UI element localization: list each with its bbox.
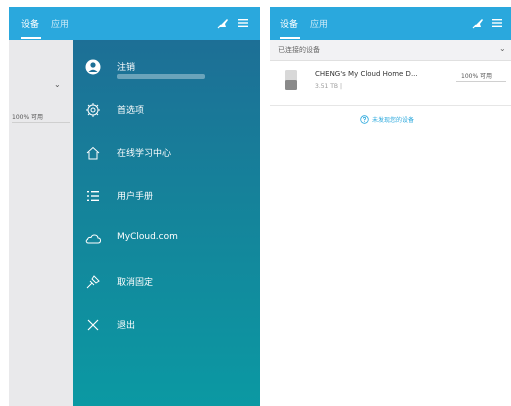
device-name: CHENG's My Cloud Home D... — [315, 70, 418, 78]
drawer-item-mycloud[interactable]: MyCloud.com — [73, 222, 260, 256]
connected-devices-header[interactable]: 已连接的设备 ⌄ — [270, 40, 511, 61]
cloud-icon — [85, 234, 101, 244]
drawer-item-label: 首选项 — [117, 106, 145, 116]
menu-icon[interactable] — [238, 18, 248, 28]
background-divider — [12, 122, 70, 123]
navigation-drawer: 注销 首选项 在线学习中心 用户手册 MyCloud.com 取消固定 退出 — [73, 40, 260, 406]
chevron-down-icon[interactable]: ⌄ — [499, 44, 506, 53]
close-icon — [87, 319, 99, 331]
drawer-item-logout[interactable]: 注销 — [73, 50, 260, 84]
drawer-item-label: 注销 — [117, 63, 136, 73]
device-not-found-link[interactable]: 未发现您的设备 — [360, 115, 414, 124]
app-header: 设备 应用 — [270, 7, 511, 40]
drawer-item-label: 在线学习中心 — [117, 149, 172, 159]
tab-apps[interactable]: 应用 — [51, 17, 69, 30]
device-row[interactable]: CHENG's My Cloud Home D... 3.51 TB | 100… — [270, 61, 511, 103]
device-available: 100% 可用 — [461, 73, 493, 80]
drawer-item-exit[interactable]: 退出 — [73, 308, 260, 342]
drawer-item-label: 取消固定 — [117, 278, 154, 288]
chevron-down-icon: ⌄ — [54, 80, 61, 89]
tab-devices[interactable]: 设备 — [21, 17, 39, 30]
drawer-item-label: 用户手册 — [117, 192, 154, 202]
home-icon — [86, 146, 100, 160]
unpin-icon — [86, 275, 100, 289]
menu-icon[interactable] — [492, 18, 502, 28]
not-found-label: 未发现您的设备 — [372, 117, 415, 124]
tab-apps[interactable]: 应用 — [310, 17, 328, 30]
drawer-item-user-manual[interactable]: 用户手册 — [73, 179, 260, 213]
active-tab-indicator — [21, 37, 41, 39]
app-header: 设备 应用 — [9, 7, 260, 40]
drawer-item-label: 退出 — [117, 321, 136, 331]
list-icon — [87, 191, 99, 201]
active-tab-indicator — [280, 37, 300, 39]
device-capacity: 3.51 TB | — [315, 83, 342, 90]
gear-icon — [86, 103, 100, 117]
nas-device-icon — [285, 70, 297, 90]
notification-icon[interactable] — [472, 17, 484, 29]
background-available-text: 100% 可用 — [12, 114, 44, 121]
tab-bar: 设备 应用 — [280, 17, 328, 30]
availability-bar — [456, 81, 506, 82]
drawer-item-learning-center[interactable]: 在线学习中心 — [73, 136, 260, 170]
tab-bar: 设备 应用 — [21, 17, 69, 30]
section-label: 已连接的设备 — [278, 46, 320, 54]
drawer-item-unpin[interactable]: 取消固定 — [73, 265, 260, 299]
right-screen: 设备 应用 已连接的设备 ⌄ CHENG's My Cloud Home D..… — [270, 7, 511, 406]
drawer-item-preferences[interactable]: 首选项 — [73, 93, 260, 127]
drawer-item-label: MyCloud.com — [117, 232, 178, 242]
notification-icon[interactable] — [217, 17, 229, 29]
user-icon — [85, 59, 101, 75]
tab-devices[interactable]: 设备 — [280, 17, 298, 30]
account-email-redacted — [117, 74, 205, 79]
help-icon — [360, 115, 369, 124]
divider — [270, 105, 511, 106]
background-device-list: ⌄ 100% 可用 — [9, 40, 73, 406]
left-screen: 设备 应用 ⌄ 100% 可用 注销 首选项 在线学习中心 用户手册 MyClo… — [9, 7, 260, 406]
